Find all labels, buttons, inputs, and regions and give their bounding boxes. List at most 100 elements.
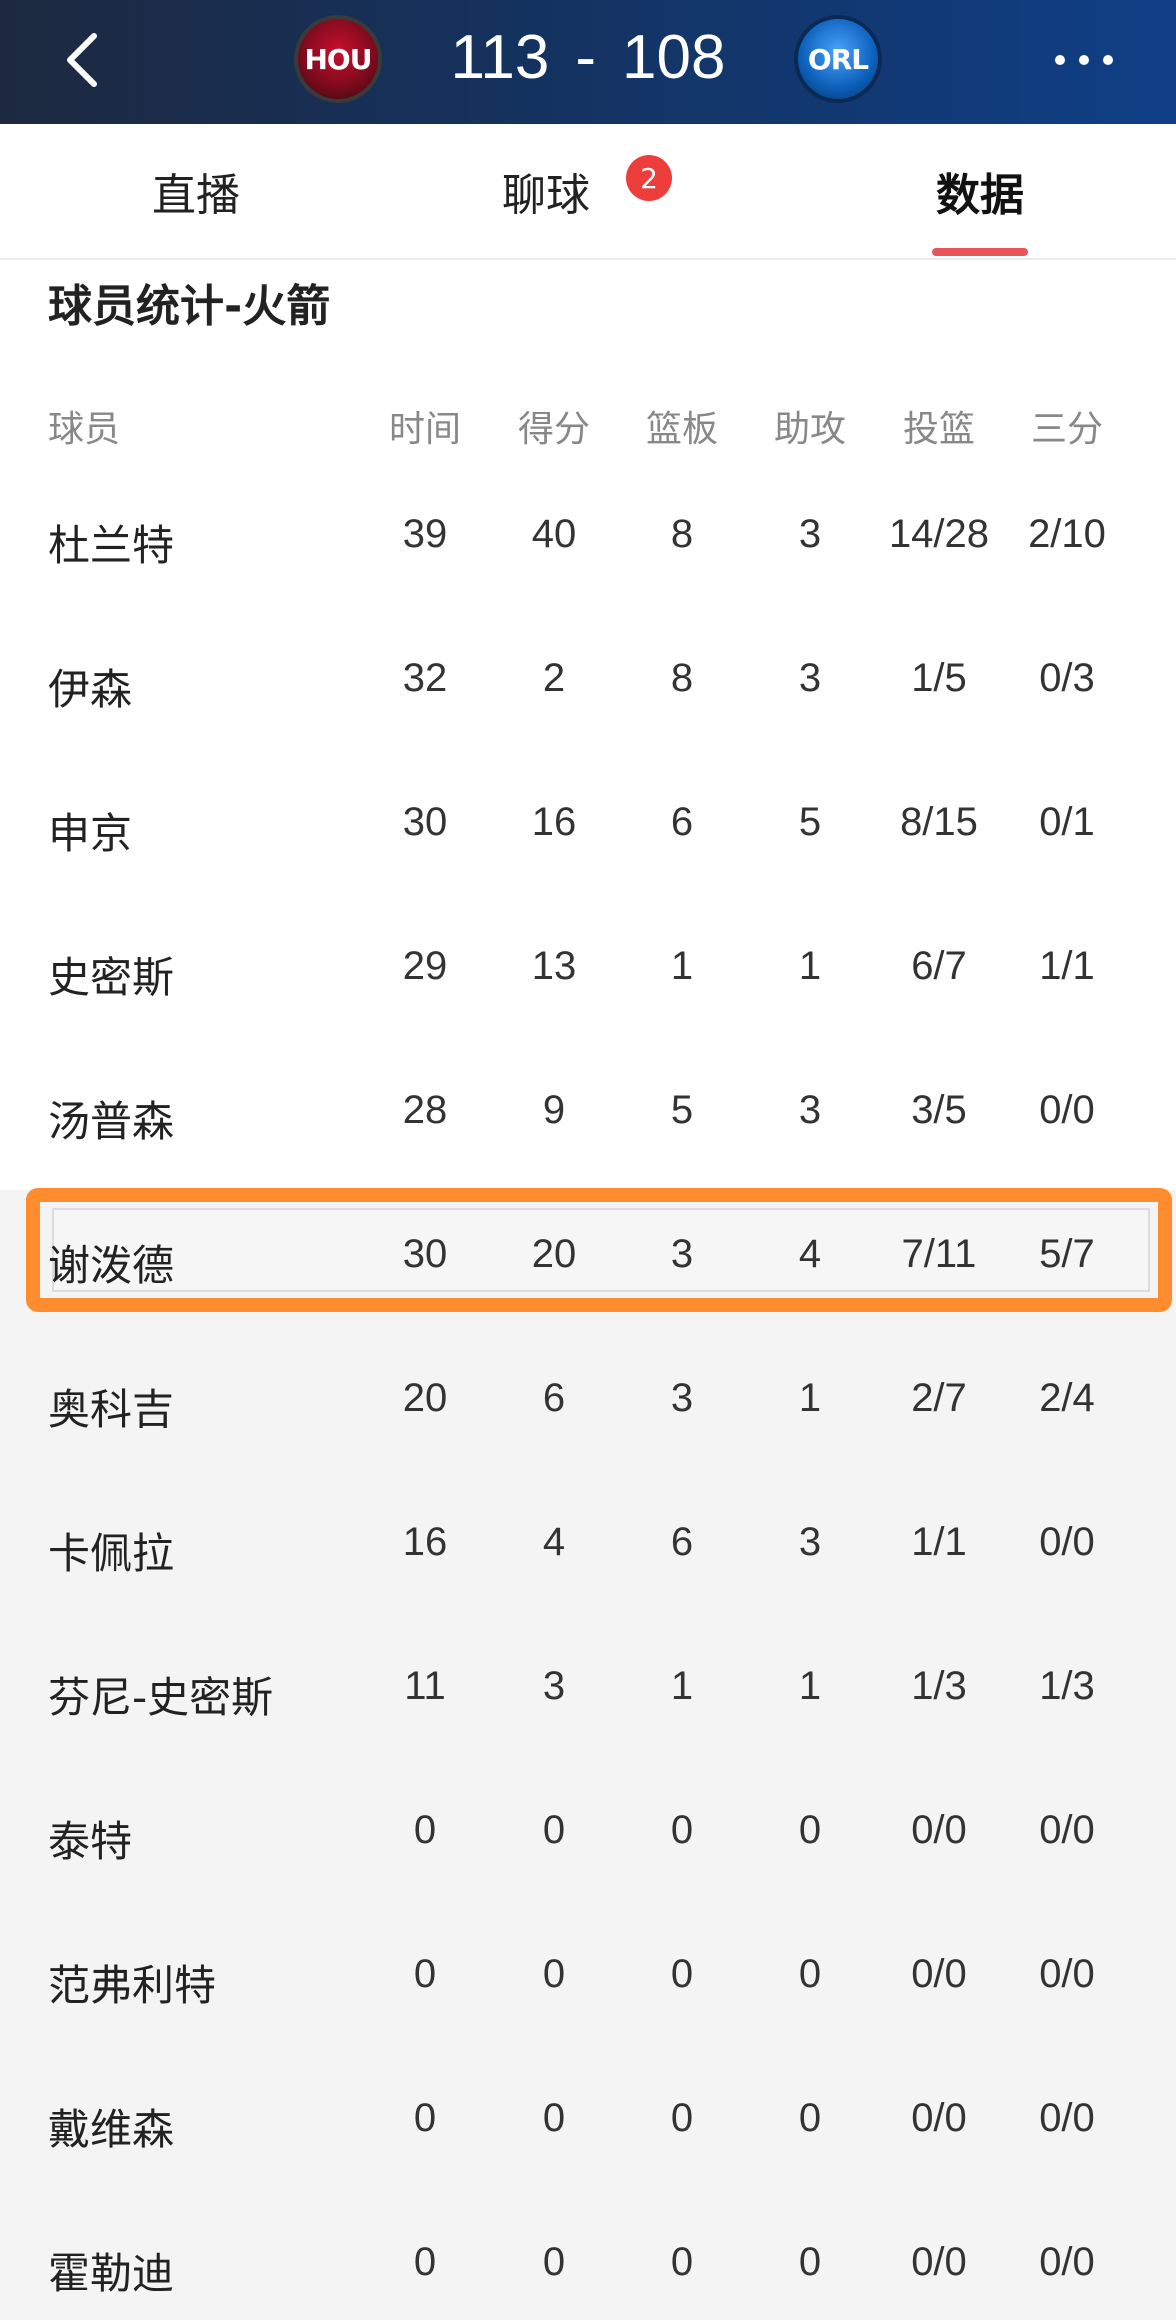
cell-assists: 0 [798, 2096, 822, 2140]
cell-assists: 3 [798, 512, 822, 556]
column-header-points: 得分 [517, 408, 590, 449]
cell-3pt: 0/0 [1039, 1808, 1095, 1852]
cell-fg: 2/7 [911, 1376, 967, 1420]
cell-time: 29 [402, 944, 448, 988]
active-tab-indicator [932, 248, 1028, 256]
cell-time: 0 [413, 2240, 437, 2284]
tab-data[interactable]: 数据 [830, 124, 1130, 258]
cell-points: 0 [542, 1808, 566, 1852]
player-name[interactable]: 卡佩拉 [48, 1520, 174, 1581]
cell-points: 13 [531, 944, 577, 988]
column-header-3pt: 三分 [1030, 408, 1103, 449]
cell-time: 0 [413, 1808, 437, 1852]
away-team-abbr: ORL [807, 42, 869, 76]
cell-time: 11 [404, 1664, 446, 1708]
cell-assists: 0 [798, 2240, 822, 2284]
highlight-box [26, 1188, 1172, 1312]
home-team-abbr: HOU [304, 42, 373, 76]
cell-3pt: 0/3 [1039, 656, 1095, 700]
cell-rebounds: 0 [670, 2240, 694, 2284]
cell-points: 0 [542, 2240, 566, 2284]
chevron-left-icon [67, 33, 97, 87]
player-name[interactable]: 霍勒迪 [48, 2240, 174, 2301]
tab-chat-label: 聊球 [502, 170, 590, 221]
cell-points: 6 [542, 1376, 566, 1420]
cell-rebounds: 6 [670, 800, 694, 844]
cell-points: 3 [542, 1664, 566, 1708]
cell-assists: 1 [798, 1376, 822, 1420]
more-button[interactable] [1044, 30, 1124, 90]
cell-fg: 6/7 [911, 944, 967, 988]
player-name[interactable]: 汤普森 [48, 1088, 174, 1149]
cell-fg: 1/1 [911, 1520, 967, 1564]
cell-time: 28 [402, 1088, 448, 1132]
cell-fg: 14/28 [888, 512, 990, 556]
cell-3pt: 0/1 [1039, 800, 1095, 844]
away-team-logo[interactable]: ORL [794, 15, 882, 103]
cell-fg: 3/5 [911, 1088, 967, 1132]
player-name[interactable]: 戴维森 [48, 2096, 174, 2157]
cell-assists: 3 [798, 1520, 822, 1564]
cell-time: 16 [402, 1520, 448, 1564]
cell-time: 32 [402, 656, 448, 700]
tab-live[interactable]: 直播 [46, 124, 346, 258]
cell-3pt: 1/3 [1039, 1664, 1095, 1708]
cell-fg: 0/0 [911, 1952, 967, 1996]
cell-3pt: 0/0 [1039, 2096, 1095, 2140]
player-name[interactable]: 杜兰特 [48, 512, 174, 573]
back-button[interactable] [52, 22, 112, 98]
cell-3pt: 0/0 [1039, 2240, 1095, 2284]
player-name[interactable]: 芬尼-史密斯 [48, 1664, 273, 1725]
cell-time: 0 [413, 1952, 437, 1996]
cell-3pt: 0/0 [1039, 1520, 1095, 1564]
cell-assists: 5 [798, 800, 822, 844]
cell-points: 9 [542, 1088, 566, 1132]
more-dots-icon [1055, 55, 1113, 65]
column-header-assists: 助攻 [773, 408, 846, 449]
home-team-logo[interactable]: HOU [294, 15, 382, 103]
column-header-rebounds: 篮板 [645, 408, 718, 449]
cell-rebounds: 0 [670, 1952, 694, 1996]
cell-fg: 8/15 [900, 800, 978, 844]
cell-rebounds: 5 [670, 1088, 694, 1132]
score-separator: - [575, 22, 597, 92]
cell-assists: 3 [798, 656, 822, 700]
cell-fg: 1/3 [911, 1664, 967, 1708]
home-score: 113 [450, 22, 550, 92]
cell-assists: 0 [798, 1808, 822, 1852]
column-header-time: 时间 [388, 408, 461, 449]
cell-assists: 0 [798, 1952, 822, 1996]
tab-bar: 直播 聊球 数据 [0, 124, 1176, 260]
player-name[interactable]: 奥科吉 [48, 1376, 174, 1437]
cell-assists: 3 [798, 1088, 822, 1132]
cell-rebounds: 1 [670, 944, 694, 988]
cell-3pt: 1/1 [1039, 944, 1095, 988]
away-score: 108 [622, 22, 726, 92]
cell-rebounds: 0 [670, 2096, 694, 2140]
cell-points: 40 [531, 512, 577, 556]
cell-3pt: 0/0 [1039, 1952, 1095, 1996]
cell-points: 2 [542, 656, 566, 700]
cell-rebounds: 6 [670, 1520, 694, 1564]
cell-time: 39 [402, 512, 448, 556]
cell-rebounds: 8 [670, 656, 694, 700]
cell-fg: 0/0 [911, 1808, 967, 1852]
player-name[interactable]: 史密斯 [48, 944, 174, 1005]
cell-fg: 0/0 [911, 2096, 967, 2140]
player-name[interactable]: 泰特 [48, 1808, 132, 1869]
cell-3pt: 0/0 [1039, 1088, 1095, 1132]
score-display: 113 - 108 [420, 12, 756, 102]
player-name[interactable]: 申京 [48, 800, 132, 861]
cell-points: 16 [531, 800, 577, 844]
cell-fg: 0/0 [911, 2240, 967, 2284]
chat-unread-badge: 2 [626, 155, 672, 201]
section-title: 球员统计-火箭 [48, 281, 331, 332]
cell-time: 20 [402, 1376, 448, 1420]
player-name[interactable]: 范弗利特 [48, 1952, 216, 2013]
cell-rebounds: 8 [670, 512, 694, 556]
player-name[interactable]: 伊森 [48, 656, 132, 717]
cell-3pt: 2/10 [1028, 512, 1106, 556]
column-header-player: 球员 [48, 409, 121, 450]
cell-3pt: 2/4 [1039, 1376, 1095, 1420]
cell-rebounds: 1 [670, 1664, 694, 1708]
